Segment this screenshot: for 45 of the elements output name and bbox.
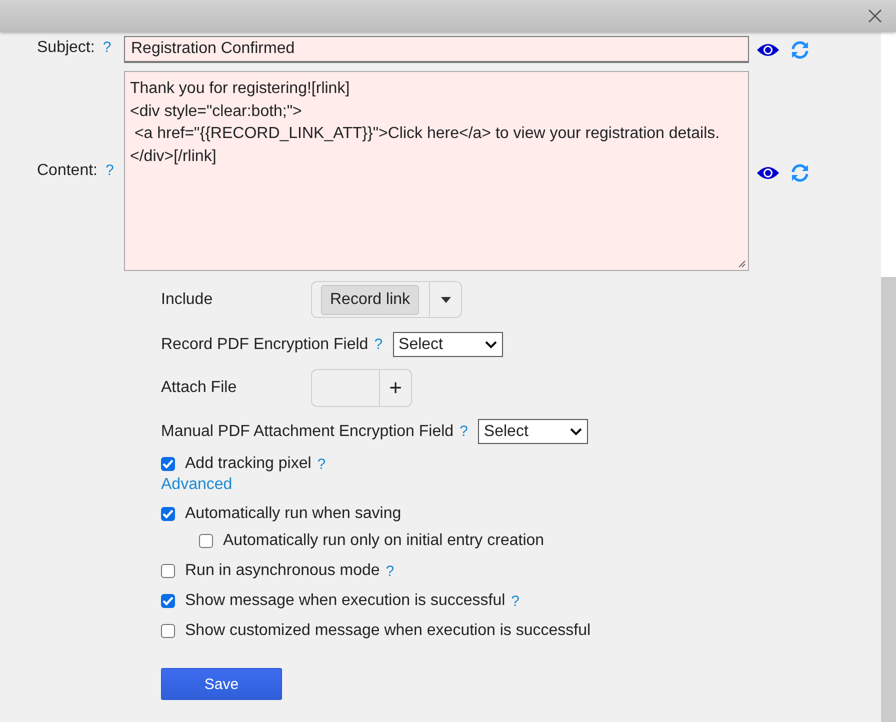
resize-grip-icon[interactable] [738,260,746,268]
select-dropdown[interactable]: Select [478,419,588,444]
checkbox-label: Run in asynchronous mode [185,562,380,580]
checkbox[interactable] [161,457,175,471]
save-button[interactable]: Save [161,668,282,700]
add-button[interactable]: + [380,370,411,406]
field-label: Manual PDF Attachment Encryption Field [161,422,454,440]
refresh-icon[interactable] [790,40,810,60]
field-label: Content: [37,162,98,180]
checkbox[interactable] [161,624,175,638]
refresh-icon[interactable] [790,163,810,183]
content-textarea[interactable]: Thank you for registering![rlink] <div style="clear:both;"> <a href="{{RECORD_LINK_ATT}}">Click here</a> to view your registration details. </div>[/rlink] [124,71,749,271]
help-link[interactable]: ? [105,162,114,180]
chevron-down-icon [484,340,497,348]
scrollbar[interactable] [881,32,896,722]
checkbox-label: Show message when execution is successful [185,592,506,610]
checkbox[interactable] [161,594,175,608]
eye-icon[interactable] [756,42,780,58]
file-field[interactable]: + [311,369,412,407]
help-link[interactable]: ? [460,423,468,440]
help-link[interactable]: ? [102,39,112,57]
caret-icon [440,296,451,302]
checkbox[interactable] [161,564,175,578]
help-link[interactable]: ? [511,592,520,610]
checkbox-label: Automatically run only on initial entry creation [223,532,544,550]
checkbox[interactable] [161,507,175,521]
checkbox-label: Add tracking pixel [185,455,312,473]
help-link[interactable]: ? [386,562,394,580]
field-label: Record PDF Encryption Field [161,336,368,354]
help-link[interactable]: ? [317,456,326,472]
chevron-down-icon [570,428,582,436]
advanced-link[interactable]: Advanced [161,475,881,495]
eye-icon[interactable] [756,165,780,181]
checkbox[interactable] [199,534,213,548]
field-label: Include [161,290,214,308]
field-label: Subject: [37,39,95,57]
close-icon[interactable] [868,9,882,23]
subject-field[interactable]: Registration Confirmed [124,36,749,63]
select-dropdown[interactable]: Select [392,332,503,357]
checkbox-label: Show customized message when execution is successful [185,622,591,640]
checkbox-label: Automatically run when saving [185,505,402,523]
include-dropdown[interactable]: Record link [311,281,462,318]
tag: Record link [321,284,420,314]
help-link[interactable]: ? [374,336,383,353]
field-label: Attach File [161,379,238,397]
